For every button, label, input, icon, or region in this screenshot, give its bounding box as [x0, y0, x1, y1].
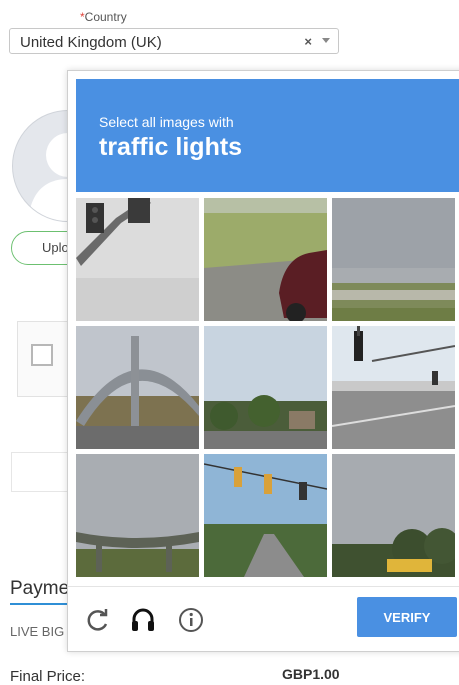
image-tile-traffic-light-on-pole[interactable]	[76, 198, 199, 321]
image-tile-bridge-arch[interactable]	[76, 326, 199, 449]
captcha-footer: VERIFY	[68, 586, 459, 652]
country-label: *Country	[80, 10, 127, 24]
image-tile-cloudy-field[interactable]	[332, 198, 455, 321]
chevron-down-icon[interactable]	[322, 38, 330, 43]
captcha-target: traffic lights	[99, 133, 243, 161]
clear-icon[interactable]: ×	[304, 34, 312, 49]
image-tile-overpass-cloudy[interactable]	[76, 454, 199, 577]
country-label-text: Country	[84, 10, 127, 24]
background-checkbox[interactable]	[31, 344, 53, 366]
verify-button[interactable]: VERIFY	[357, 597, 457, 637]
image-tile-road-with-traffic-lights[interactable]	[204, 454, 327, 577]
country-selected-value: United Kingdom (UK)	[20, 34, 162, 51]
payment-section-title: Payme	[10, 578, 70, 599]
image-tile-trees-bus[interactable]	[332, 454, 455, 577]
final-price-label: Final Price:	[10, 668, 86, 685]
image-tile-car-grass-field[interactable]	[204, 198, 327, 321]
section-underline	[10, 603, 70, 605]
audio-icon[interactable]	[130, 607, 156, 633]
captcha-dialog: Select all images with traffic lights VE…	[67, 70, 459, 652]
reload-icon[interactable]	[85, 607, 111, 633]
captcha-header: Select all images with traffic lights	[76, 79, 459, 192]
live-label: LIVE BIG	[10, 624, 65, 639]
captcha-prompt: Select all images with	[99, 114, 234, 130]
final-price-value: GBP1.00	[282, 666, 340, 682]
image-tile-trees-road[interactable]	[204, 326, 327, 449]
image-tile-intersection-traffic-light[interactable]	[332, 326, 455, 449]
info-icon[interactable]	[178, 607, 204, 633]
country-select[interactable]: United Kingdom (UK) ×	[9, 28, 339, 54]
